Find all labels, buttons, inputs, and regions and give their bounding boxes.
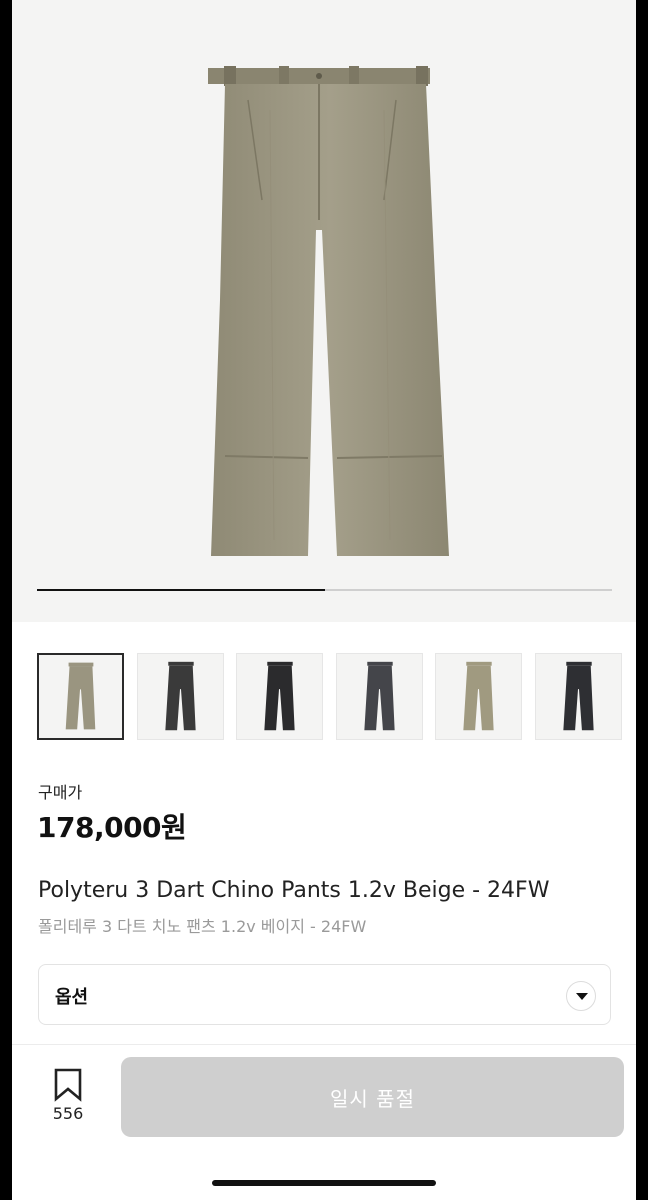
bookmark-icon [54,1068,82,1102]
thumbnail-image [364,661,395,731]
gallery-progress-track [37,589,612,591]
product-title-korean: 폴리테루 3 다트 치노 팬츠 1.2v 베이지 - 24FW [38,917,367,936]
thumbnail-4[interactable] [336,653,423,740]
thumbnail-3[interactable] [236,653,323,740]
sold-out-label: 일시 품절 [330,1086,415,1111]
bookmark-count: 556 [52,1104,84,1123]
thumbnail-5[interactable] [435,653,522,740]
product-title-english: Polyteru 3 Dart Chino Pants 1.2v Beige -… [38,878,550,903]
product-image-gallery[interactable] [12,0,636,622]
thumbnail-strip [37,653,636,741]
thumbnail-image [65,662,96,730]
thumbnail-1[interactable] [37,653,124,740]
thumbnail-image [165,661,196,731]
option-select[interactable]: 옵션 [38,964,611,1025]
product-main-image [208,66,449,556]
divider [12,1044,636,1045]
thumbnail-image [264,661,295,731]
bookmark-button[interactable]: 556 [42,1068,94,1128]
product-page: 구매가 178,000원 Polyteru 3 Dart Chino Pants… [12,0,636,1200]
price-label: 구매가 [38,783,83,802]
thumbnail-2[interactable] [137,653,224,740]
home-indicator [212,1180,436,1186]
option-label: 옵션 [55,987,89,1008]
thumbnail-image [563,661,594,731]
gallery-progress-fill [37,589,325,591]
price: 178,000원 [37,811,187,844]
thumbnail-image [463,661,494,731]
sold-out-button[interactable]: 일시 품절 [121,1057,624,1137]
thumbnail-6[interactable] [535,653,622,740]
chevron-down-icon[interactable] [566,981,596,1011]
